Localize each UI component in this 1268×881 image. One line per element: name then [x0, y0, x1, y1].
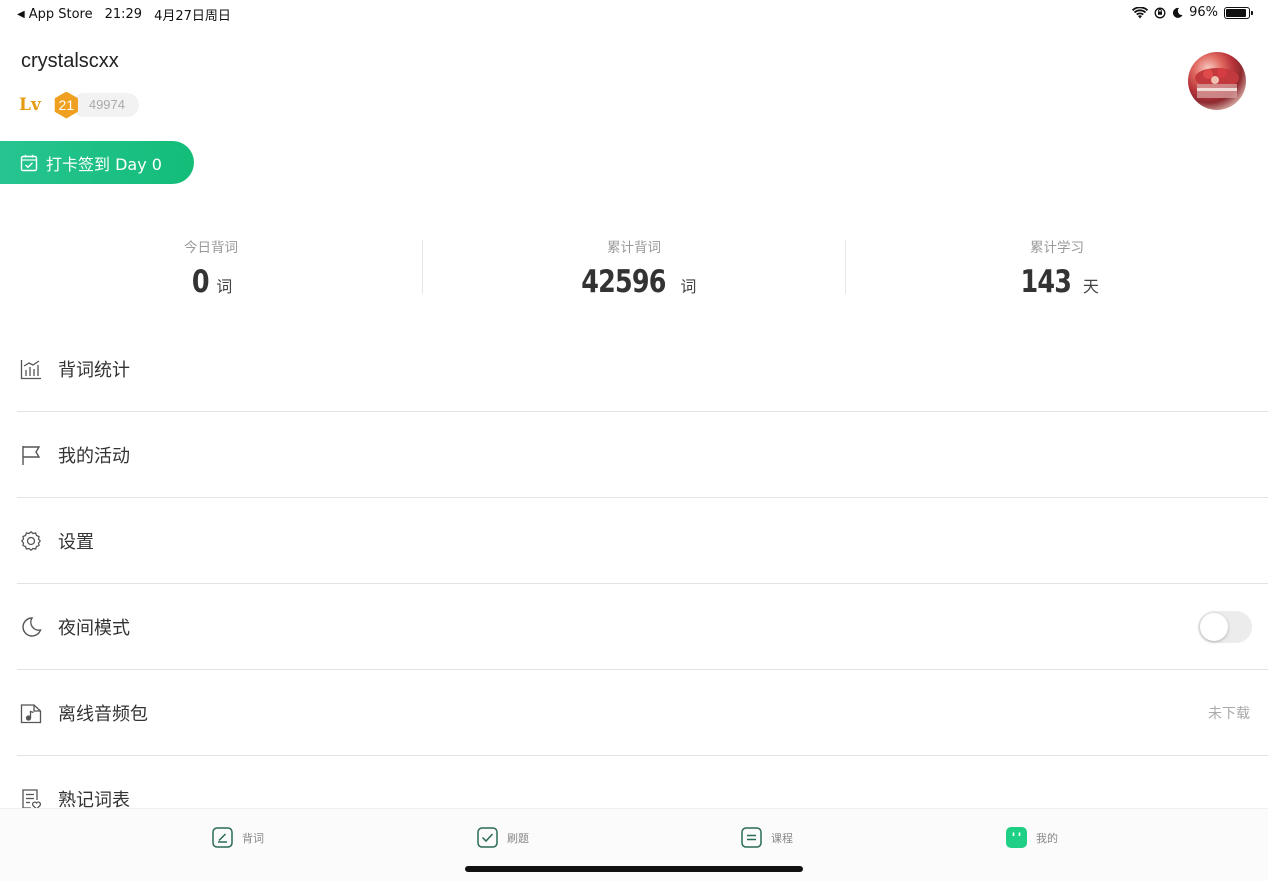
night-mode-toggle[interactable]: [1198, 610, 1252, 643]
status-date: 4月27日周日: [154, 9, 231, 24]
stat-value: 0: [191, 264, 210, 300]
stat-value: 42596: [580, 264, 666, 300]
do-not-disturb-icon: [1173, 7, 1183, 18]
face-icon: [1006, 827, 1027, 848]
menu-item-word-stats[interactable]: 背词统计: [17, 327, 1268, 412]
status-time: 21:29: [104, 7, 143, 22]
tab-practice[interactable]: 刷题: [477, 827, 529, 848]
menu-item-night-mode: 夜间模式: [17, 584, 1268, 670]
menu-label: 夜间模式: [58, 617, 130, 639]
calendar-check-icon: [20, 154, 38, 171]
download-status: 未下载: [1208, 705, 1250, 722]
stat-unit: 词: [216, 277, 233, 296]
battery-icon: [1224, 6, 1253, 19]
stat-label: 今日背词: [184, 240, 238, 256]
level-badge: 21 49974: [53, 91, 139, 119]
menu-label: 离线音频包: [58, 703, 148, 725]
lines-icon: [741, 827, 762, 848]
gear-icon: [19, 529, 43, 553]
avatar-image: [1195, 68, 1239, 98]
tab-label: 背词: [242, 831, 264, 845]
stat-label: 累计背词: [607, 240, 661, 256]
level-label: Lv: [19, 95, 41, 115]
back-triangle-icon: ◀: [17, 9, 25, 20]
stat-total-words: 累计背词 42596 词: [423, 236, 845, 300]
back-label: App Store: [28, 7, 93, 22]
music-file-icon: [19, 701, 43, 725]
stat-today-words: 今日背词 0 词: [0, 236, 422, 300]
menu-label: 背词统计: [58, 360, 130, 381]
menu-item-my-activities[interactable]: 我的活动: [17, 412, 1268, 498]
check-icon: [477, 827, 498, 848]
stat-label: 累计学习: [1030, 240, 1084, 256]
pencil-icon: [212, 827, 233, 848]
tab-label: 课程: [771, 831, 793, 845]
username: crystalscxx: [21, 50, 119, 72]
level-row[interactable]: Lv 21 49974: [19, 91, 139, 119]
menu-item-settings[interactable]: 设置: [17, 498, 1268, 584]
menu-label: 我的活动: [58, 445, 130, 467]
orientation-lock-icon: [1154, 7, 1166, 18]
checkin-button[interactable]: 打卡签到 Day 0: [0, 141, 194, 184]
toggle-knob: [1200, 612, 1228, 641]
stat-unit: 词: [680, 277, 697, 296]
home-indicator[interactable]: [465, 866, 803, 872]
menu-list: 背词统计 我的活动 设置 夜间模式 离线音频包 未下载 熟记词表: [17, 327, 1268, 842]
menu-label: 设置: [58, 531, 94, 553]
chart-icon: [19, 357, 43, 381]
status-bar: ◀ App Store 21:29 4月27日周日 96%: [0, 0, 1268, 26]
menu-item-offline-audio[interactable]: 离线音频包 未下载: [17, 670, 1268, 756]
level-points: 49974: [71, 93, 139, 117]
moon-icon: [19, 615, 43, 639]
stat-value: 143: [1020, 264, 1072, 300]
tab-words[interactable]: 背词: [212, 827, 264, 848]
tab-courses[interactable]: 课程: [741, 827, 793, 848]
avatar[interactable]: [1188, 52, 1246, 110]
wifi-icon: [1132, 6, 1149, 18]
tab-me[interactable]: 我的: [1006, 827, 1058, 848]
stats-panel: 今日背词 0 词 累计背词 42596 词 累计学习 143 天: [0, 236, 1268, 306]
tab-label: 刷题: [507, 831, 529, 845]
flag-icon: [19, 443, 43, 467]
stat-study-days: 累计学习 143 天: [846, 236, 1268, 300]
stat-unit: 天: [1082, 277, 1099, 296]
checkin-label: 打卡签到 Day 0: [46, 154, 162, 174]
battery-percent: 96%: [1189, 5, 1218, 20]
back-to-app-store[interactable]: ◀ App Store: [17, 7, 93, 22]
tab-label: 我的: [1036, 831, 1058, 845]
